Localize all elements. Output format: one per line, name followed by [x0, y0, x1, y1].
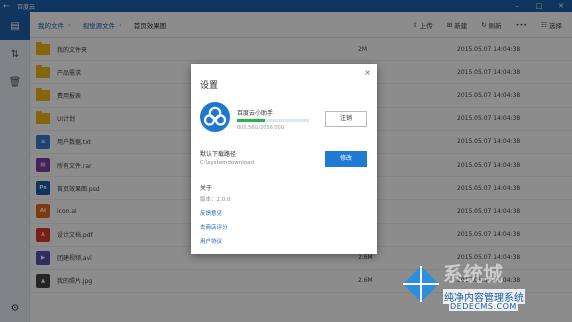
user-agreement-link[interactable]: 用户协议	[200, 237, 222, 245]
about-heading: 关于	[200, 185, 213, 192]
close-icon[interactable]: ×	[364, 68, 371, 77]
cloud-logo-graphic	[203, 106, 227, 126]
download-path-label: 默认下载路径	[200, 151, 237, 158]
rate-in-store-link[interactable]: 去商店评分	[200, 223, 228, 231]
baidu-cloud-logo-icon	[200, 102, 230, 132]
feedback-link[interactable]: 反馈意见	[200, 209, 222, 217]
storage-quota-bar	[237, 119, 309, 122]
account-name: 百度云小助手	[237, 110, 274, 117]
version-text: 版本：2.0.0	[200, 197, 231, 203]
storage-quota-text: 800.56G/2056.00G	[237, 125, 285, 131]
download-path-value: C:\systemdownload	[200, 160, 255, 166]
watermark-big-text: 系统城	[443, 262, 503, 286]
watermark: 系统城 纯净内容管理系统 DEDECMS.COM	[399, 256, 564, 316]
dialog-title: 设置	[200, 81, 219, 91]
watermark-line2: DEDECMS.COM	[449, 302, 518, 311]
windows-logo-icon	[403, 266, 439, 302]
modify-path-button[interactable]: 修改	[325, 151, 367, 167]
storage-quota-fill	[237, 119, 266, 122]
settings-dialog: 设置 × 百度云小助手 800.56G/2056.00G 注销 默认下载路径 C…	[191, 64, 377, 254]
logout-button[interactable]: 注销	[325, 111, 367, 127]
